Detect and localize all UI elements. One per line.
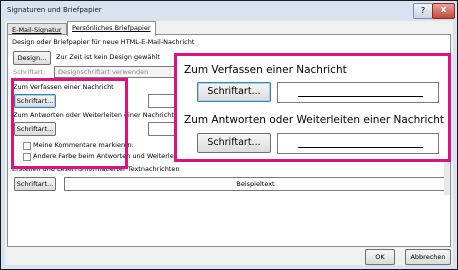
tab-label: E-Mail-Signatur <box>12 26 62 34</box>
tab-stationery[interactable]: Persönliches Briefpapier <box>67 21 156 36</box>
design-heading: Design oder Briefpapier für neue HTML-E-… <box>12 38 195 46</box>
zoom-reply-font-button[interactable]: Schriftart... <box>197 133 271 153</box>
zoom-reply-heading: Zum Antworten oder Weiterleiten einer Na… <box>184 114 445 126</box>
zoom-reply-preview <box>277 133 439 154</box>
zoom-compose-heading: Zum Verfassen einer Nachricht <box>184 64 347 76</box>
font-field: Designschriftart verwenden <box>54 66 176 78</box>
font-label: Schriftart: <box>13 68 46 76</box>
dialog-window: Signaturen und Briefpapier ? x E-Mail-Si… <box>0 0 458 270</box>
design-button[interactable]: Design... <box>13 51 51 65</box>
zoom-callout: Zum Verfassen einer Nachricht Schriftart… <box>174 53 451 162</box>
sample-text: Beispieltext <box>236 180 275 188</box>
zoom-compose-line <box>298 96 423 97</box>
title-bar[interactable]: Signaturen und Briefpapier ? x <box>1 1 457 21</box>
zoom-compose-font-button[interactable]: Schriftart... <box>197 82 271 102</box>
help-button[interactable]: ? <box>413 3 433 19</box>
design-status: Zur Zeit ist kein Design gewählt <box>56 53 160 61</box>
window-title: Signaturen und Briefpapier <box>7 6 102 14</box>
plaintext-preview: Beispieltext <box>64 177 447 191</box>
highlight-box <box>11 78 128 169</box>
plaintext-font-button[interactable]: Schriftart... <box>14 177 56 191</box>
cancel-button[interactable]: Abbrechen <box>405 249 451 265</box>
font-field-value: Designschriftart verwenden <box>58 68 149 76</box>
close-button[interactable]: x <box>432 3 455 19</box>
zoom-reply-line <box>298 147 423 148</box>
ok-button[interactable]: OK <box>365 249 395 265</box>
tab-label: Persönliches Briefpapier <box>72 24 151 32</box>
zoom-compose-preview <box>277 82 439 103</box>
